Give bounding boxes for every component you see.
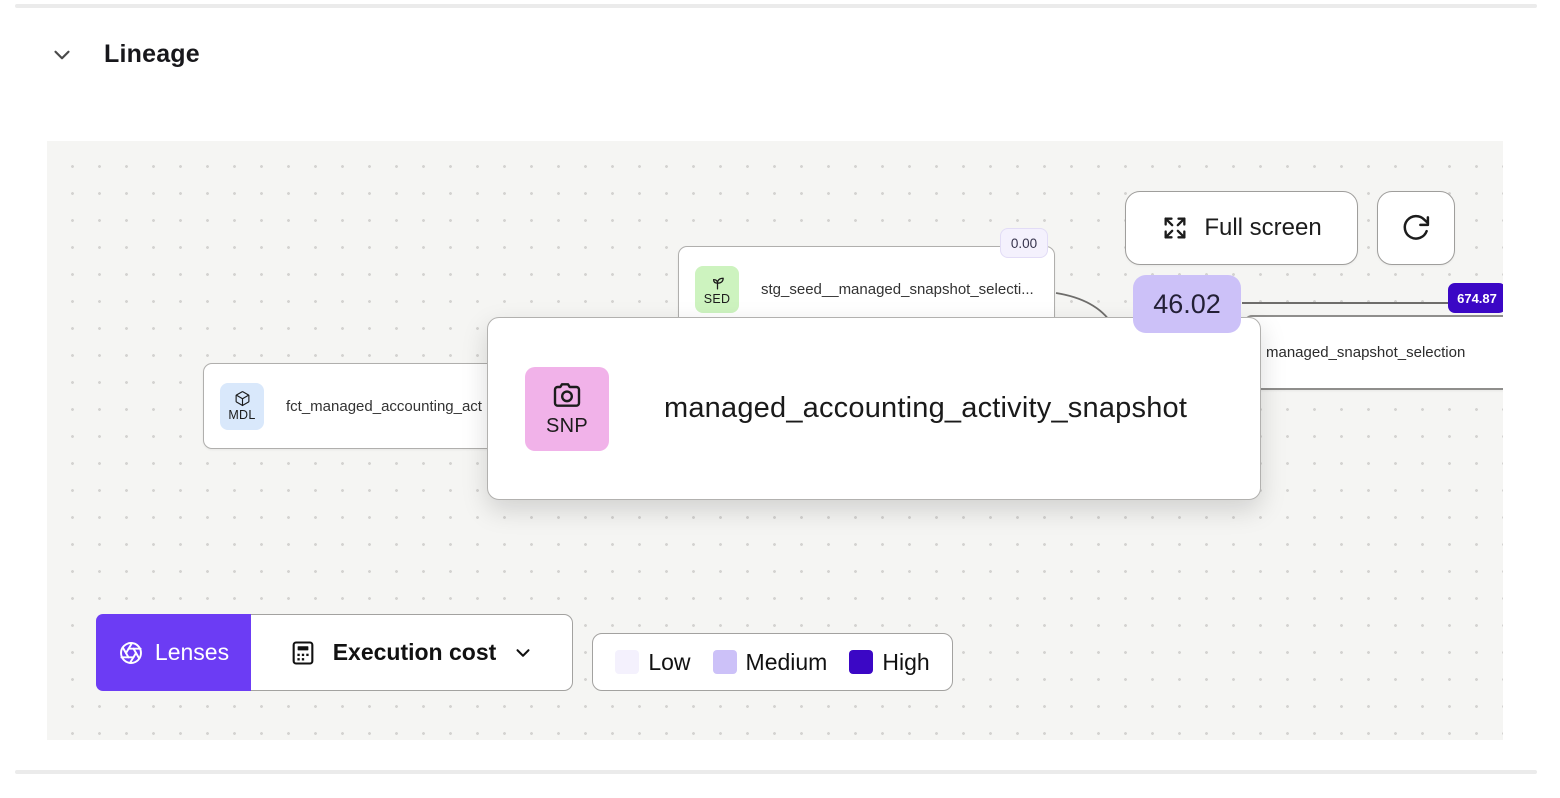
collapse-section-button[interactable] [48, 41, 76, 69]
expand-arrows-icon [1161, 214, 1189, 242]
node-snapshot-card[interactable]: SNP managed_accounting_activity_snapshot [487, 317, 1261, 500]
bottom-divider [15, 770, 1537, 774]
legend-label-low: Low [648, 648, 691, 675]
lenses-bar: Lenses Execution cost [96, 614, 573, 691]
section-header: Lineage [48, 40, 200, 69]
refresh-button[interactable] [1377, 191, 1455, 265]
legend-item-medium: Medium [712, 648, 828, 676]
seed-type-label: SED [703, 291, 731, 306]
top-divider [15, 4, 1537, 8]
lenses-button[interactable]: Lenses [96, 614, 251, 691]
chevron-down-icon [512, 642, 534, 664]
snapshot-type-badge: SNP [525, 366, 609, 451]
downstream-node-name: managed_snapshot_selection [1266, 344, 1466, 361]
legend-swatch-medium [712, 650, 737, 674]
legend-item-low: Low [615, 648, 691, 676]
snapshot-type-label: SNP [545, 415, 589, 437]
legend-label-medium: Medium [745, 648, 828, 675]
sprout-icon [709, 274, 726, 291]
calculator-icon [289, 639, 317, 667]
legend-swatch-high [849, 650, 874, 674]
model-type-badge: MDL [220, 382, 264, 430]
legend-swatch-low [615, 650, 640, 674]
full-screen-button[interactable]: Full screen [1125, 191, 1358, 265]
chevron-down-icon [49, 42, 75, 68]
node-cost-badge-low: 0.00 [1000, 228, 1048, 258]
edge-cost-badge-medium: 46.02 [1133, 275, 1241, 333]
model-type-label: MDL [228, 408, 256, 422]
aperture-icon [118, 640, 144, 666]
seed-node-name: stg_seed__managed_snapshot_selecti... [761, 281, 1034, 298]
snapshot-node-name: managed_accounting_activity_snapshot [664, 392, 1188, 424]
lenses-button-label: Lenses [154, 639, 230, 665]
cube-icon [234, 390, 251, 407]
lens-select-dropdown[interactable]: Execution cost [251, 614, 573, 691]
page-title: Lineage [104, 40, 200, 68]
node-model[interactable]: MDL fct_managed_accounting_act [203, 363, 513, 449]
legend-item-high: High [849, 648, 930, 676]
refresh-icon [1401, 213, 1431, 243]
legend-label-high: High [882, 648, 930, 675]
selected-lens-label: Execution cost [332, 639, 497, 665]
model-node-name: fct_managed_accounting_act [286, 397, 482, 415]
lineage-panel: Lineage SED stg_seed__managed_snapshot_s… [0, 0, 1560, 798]
seed-type-badge: SED [695, 266, 739, 313]
node-downstream[interactable]: managed_snapshot_selection [1244, 315, 1503, 390]
full-screen-label: Full screen [1204, 214, 1322, 241]
cost-legend: Low Medium High [592, 633, 953, 691]
camera-icon [551, 379, 583, 411]
lineage-canvas[interactable]: SED stg_seed__managed_snapshot_selecti..… [47, 141, 1503, 740]
edge-cost-badge-high: 674.87 [1448, 283, 1503, 313]
